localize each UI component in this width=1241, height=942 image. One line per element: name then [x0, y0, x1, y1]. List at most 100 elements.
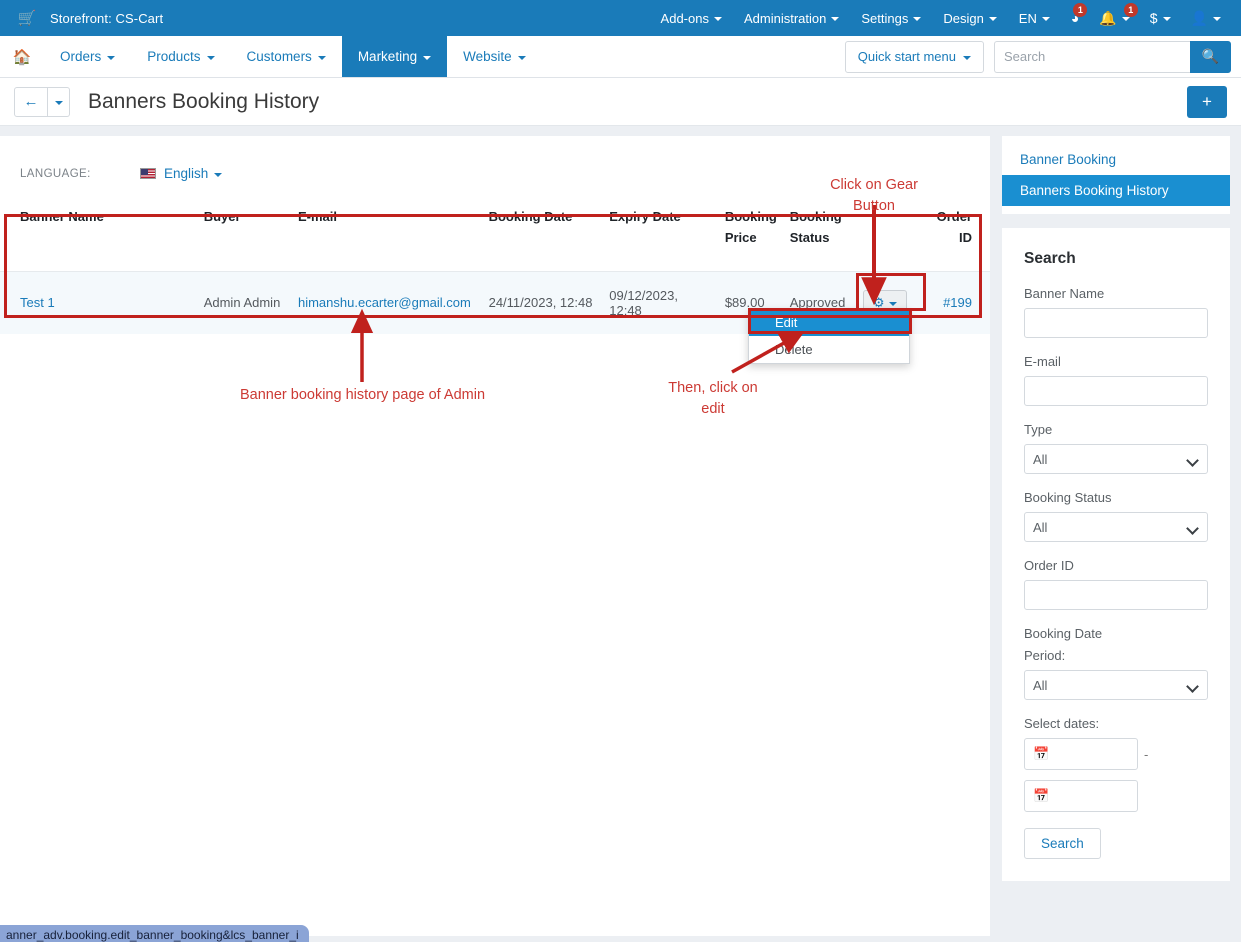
- column-banner-name[interactable]: Banner Name: [0, 197, 198, 272]
- filter-type-select[interactable]: All: [1024, 444, 1208, 474]
- nav-right-group: Quick start menu 🔍: [844, 36, 1241, 77]
- currency-selector[interactable]: $: [1140, 5, 1181, 31]
- chevron-down-icon: [423, 55, 432, 60]
- storefront-label[interactable]: Storefront: CS-Cart: [50, 11, 163, 26]
- back-dropdown-button[interactable]: [48, 86, 70, 117]
- topbar-item-design-label: Design: [943, 10, 984, 26]
- language-selector[interactable]: English: [164, 166, 223, 181]
- nav-item-orders-label: Orders: [60, 49, 102, 64]
- notifications-icon-button[interactable]: ◕ 1: [1061, 3, 1089, 31]
- quick-start-menu-button[interactable]: Quick start menu: [844, 40, 984, 73]
- column-expiry-date[interactable]: Expiry Date: [603, 197, 719, 272]
- search-panel-heading: Search: [1024, 250, 1076, 267]
- filter-period-wrap: All: [1024, 670, 1208, 716]
- language-row: LANGUAGE: English: [0, 136, 990, 197]
- nav-item-products-label: Products: [147, 49, 201, 64]
- filter-order-id-input[interactable]: [1024, 580, 1208, 610]
- nav-item-marketing[interactable]: Marketing: [341, 36, 448, 77]
- cell-banner-name: Test 1: [0, 271, 198, 334]
- label-order-id: Order ID: [1024, 558, 1074, 573]
- search-filters-button[interactable]: Search: [1024, 828, 1101, 859]
- content-area: LANGUAGE: English Banner Name Buyer E-ma…: [0, 126, 1241, 936]
- date-to-row: 📅: [1024, 780, 1208, 812]
- language-selected-label: English: [164, 166, 209, 181]
- cell-buyer: Admin Admin: [203, 295, 281, 311]
- add-new-button[interactable]: +: [1187, 85, 1227, 118]
- filter-email-input[interactable]: [1024, 376, 1208, 406]
- nav-item-customers[interactable]: Customers: [231, 36, 342, 77]
- topbar-item-administration[interactable]: Administration: [733, 4, 850, 33]
- topbar-item-design[interactable]: Design: [932, 4, 1007, 33]
- search-submit-button[interactable]: 🔍: [1190, 40, 1231, 73]
- label-period: Period:: [1024, 648, 1066, 663]
- chevron-down-icon: [988, 17, 997, 21]
- date-from-row: 📅 -: [1024, 738, 1208, 770]
- sidebar-item-banner-booking[interactable]: Banner Booking: [1002, 144, 1230, 175]
- plus-icon: +: [1202, 91, 1212, 111]
- page-title: Banners Booking History: [88, 89, 320, 113]
- dropdown-item-delete[interactable]: Delete: [749, 336, 909, 363]
- nav-item-products[interactable]: Products: [131, 36, 230, 77]
- filter-date-to-input[interactable]: 📅: [1024, 780, 1138, 812]
- chevron-down-icon: [888, 301, 897, 306]
- home-icon[interactable]: 🏠: [0, 36, 44, 77]
- calendar-icon: 📅: [1033, 746, 1050, 761]
- chevron-down-icon: [107, 55, 116, 60]
- cell-expiry-date: 09/12/2023, 12:48: [609, 287, 678, 318]
- chevron-down-icon: [713, 17, 722, 21]
- alerts-bell-button[interactable]: 🔔 1: [1089, 3, 1139, 31]
- chevron-down-icon: [1121, 17, 1130, 21]
- chevron-down-icon: [1213, 17, 1221, 21]
- order-id-link[interactable]: #199: [943, 295, 972, 310]
- user-account-menu[interactable]: 👤: [1181, 5, 1231, 31]
- nav-item-marketing-label: Marketing: [357, 49, 418, 64]
- buyer-email-link[interactable]: himanshu.ecarter@gmail.com: [298, 295, 471, 310]
- label-type: Type: [1024, 422, 1053, 437]
- filter-banner-name-input[interactable]: [1024, 308, 1208, 338]
- cell-order-id: #199: [930, 271, 990, 334]
- right-sidebar: Banner Booking Banners Booking History S…: [1002, 136, 1230, 936]
- chevron-down-icon: [317, 55, 326, 60]
- chevron-down-icon: [913, 17, 922, 21]
- language-label: LANGUAGE:: [20, 167, 91, 180]
- back-button[interactable]: ←: [14, 86, 48, 117]
- filter-date-from-input[interactable]: 📅: [1024, 738, 1138, 770]
- topbar-item-addons-label: Add-ons: [660, 10, 709, 26]
- quick-start-menu-label: Quick start menu: [857, 49, 956, 64]
- label-booking-status: Booking Status: [1024, 490, 1112, 505]
- user-account-icon: 👤: [1190, 10, 1208, 26]
- banner-name-link[interactable]: Test 1: [20, 295, 55, 310]
- date-range-separator: -: [1144, 746, 1149, 762]
- topbar-item-addons[interactable]: Add-ons: [650, 4, 733, 33]
- topbar-item-settings-label: Settings: [861, 10, 909, 26]
- nav-item-website[interactable]: Website: [447, 36, 542, 77]
- column-order-id[interactable]: Order ID: [929, 197, 990, 272]
- column-actions: [856, 197, 930, 272]
- column-booking-date[interactable]: Booking Date: [482, 197, 604, 272]
- cell-booking-date: 24/11/2023, 12:48: [488, 295, 593, 311]
- filter-booking-status-select[interactable]: All: [1024, 512, 1208, 542]
- admin-page: 🛒 Storefront: CS-Cart Add-ons Administra…: [0, 0, 1241, 942]
- sidebar-item-banners-booking-history[interactable]: Banners Booking History: [1002, 175, 1230, 206]
- table-header-row: Banner Name Buyer E-mail Booking Date Ex…: [0, 197, 990, 272]
- column-buyer[interactable]: Buyer: [197, 197, 292, 272]
- filter-period-select[interactable]: All: [1024, 670, 1208, 700]
- column-booking-status[interactable]: Booking Status: [783, 197, 857, 272]
- main-nav: 🏠 Orders Products Customers Marketing We…: [0, 36, 1241, 78]
- label-banner-name: Banner Name: [1024, 286, 1105, 301]
- topbar-item-language[interactable]: EN: [1008, 4, 1061, 33]
- sidebar-nav-card: Banner Booking Banners Booking History: [1002, 136, 1230, 214]
- page-title-bar: ← Banners Booking History +: [0, 78, 1241, 126]
- nav-item-customers-label: Customers: [246, 49, 312, 64]
- chevron-down-icon: [206, 55, 215, 60]
- filter-booking-status-wrap: All: [1024, 512, 1208, 558]
- column-email[interactable]: E-mail: [291, 197, 483, 272]
- chevron-down-icon: [831, 17, 840, 21]
- dropdown-item-edit[interactable]: Edit: [749, 309, 909, 336]
- column-booking-price[interactable]: Booking Price: [718, 197, 784, 272]
- topbar-item-settings[interactable]: Settings: [850, 4, 932, 33]
- nav-item-orders[interactable]: Orders: [44, 36, 131, 77]
- search-input[interactable]: [994, 40, 1190, 73]
- topbar-item-administration-label: Administration: [743, 10, 827, 26]
- chevron-down-icon: [1162, 17, 1171, 21]
